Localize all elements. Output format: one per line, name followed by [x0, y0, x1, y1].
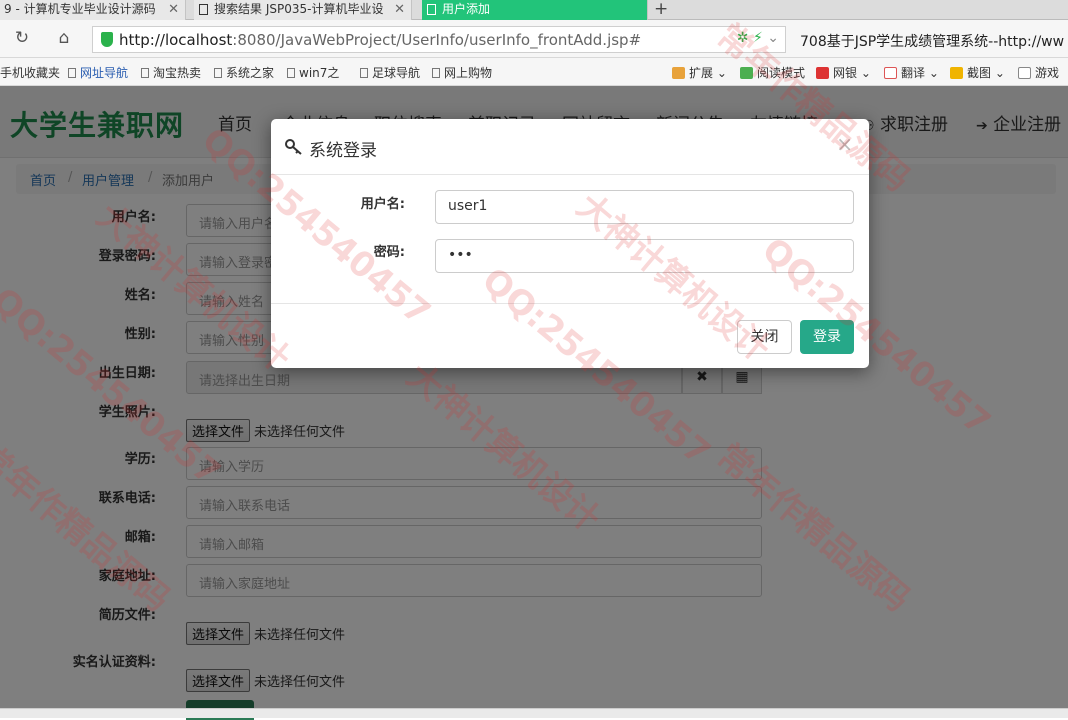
scissors-icon — [950, 67, 963, 79]
login-password-label: 密码: — [373, 245, 405, 260]
address-bar: ↻ ⌂ http://localhost:8080/JavaWebProject… — [0, 20, 1068, 58]
url-field[interactable]: http://localhost:8080/JavaWebProject/Use… — [92, 26, 786, 53]
bookmark-item[interactable]: 网上购物 — [432, 64, 492, 81]
bookmark-item[interactable]: win7之 — [287, 64, 339, 81]
bank-icon — [816, 67, 829, 79]
search-box-text[interactable]: 708基于JSP学生成绩管理系统--http://ww — [800, 31, 1064, 51]
page-icon — [427, 4, 436, 15]
login-password-input[interactable]: ••• — [435, 239, 854, 273]
bookmark-mobile[interactable]: 手机收藏夹 — [0, 64, 60, 81]
translate-icon — [884, 67, 897, 79]
modal-header: 系统登录 × — [271, 119, 869, 175]
url-action-icons[interactable]: ✲ ⚡ ⌄ — [737, 30, 779, 46]
page-icon — [199, 4, 208, 15]
url-text: http://localhost:8080/JavaWebProject/Use… — [119, 31, 642, 49]
gamepad-icon — [1018, 67, 1031, 79]
key-icon — [285, 139, 302, 155]
modal-title: 系统登录 — [309, 141, 377, 161]
bookmark-bar: 手机收藏夹 网址导航 淘宝热卖 系统之家 win7之 足球导航 网上购物 扩展 … — [0, 58, 1068, 86]
extensions-icon — [672, 67, 685, 79]
page-icon — [68, 68, 76, 78]
bookmark-item[interactable]: 网址导航 — [68, 64, 128, 81]
bank-button[interactable]: 网银 ⌄ — [816, 64, 871, 81]
translate-button[interactable]: 翻译 ⌄ — [884, 64, 939, 81]
new-tab-button[interactable]: + — [654, 0, 668, 19]
page-icon — [287, 68, 295, 78]
close-tab-icon[interactable]: ✕ — [168, 0, 179, 19]
browser-tab[interactable]: 搜索结果 JSP035-计算机毕业设 ✕ — [194, 0, 412, 20]
modal-close-icon[interactable]: × — [836, 132, 853, 156]
modal-footer: 关闭 登录 — [271, 303, 869, 368]
browser-tab-active[interactable]: 用户添加 — [422, 0, 648, 20]
page-icon — [360, 68, 368, 78]
bookmark-item[interactable]: 淘宝热卖 — [141, 64, 201, 81]
reading-mode-button[interactable]: 阅读模式 — [740, 64, 805, 81]
login-username-input[interactable]: user1 — [435, 190, 854, 224]
home-icon[interactable]: ⌂ — [54, 28, 74, 48]
login-username-label: 用户名: — [360, 197, 405, 212]
extensions-button[interactable]: 扩展 ⌄ — [672, 64, 727, 81]
login-modal: 系统登录 × 用户名: user1 密码: ••• 关闭 登录 — [271, 119, 869, 368]
browser-status-bar — [0, 708, 1068, 718]
bookmark-item[interactable]: 足球导航 — [360, 64, 420, 81]
book-icon — [740, 67, 753, 79]
page-icon — [214, 68, 222, 78]
page-icon — [141, 68, 149, 78]
page-icon — [432, 68, 440, 78]
login-button[interactable]: 登录 — [800, 320, 854, 354]
browser-tab[interactable]: 9 - 计算机专业毕业设计源码 ✕ — [0, 0, 186, 20]
close-tab-icon[interactable]: ✕ — [394, 0, 405, 19]
security-shield-icon — [101, 32, 113, 47]
screenshot-button[interactable]: 截图 ⌄ — [950, 64, 1005, 81]
tab-label: 搜索结果 JSP035-计算机毕业设 — [214, 2, 384, 16]
tab-label: 用户添加 — [442, 2, 491, 16]
close-button[interactable]: 关闭 — [737, 320, 792, 354]
browser-tab-bar: 9 - 计算机专业毕业设计源码 ✕ 搜索结果 JSP035-计算机毕业设 ✕ 用… — [0, 0, 1068, 20]
games-button[interactable]: 游戏 — [1018, 64, 1059, 81]
reload-icon[interactable]: ↻ — [12, 28, 32, 48]
tab-label: 9 - 计算机专业毕业设计源码 — [4, 2, 156, 16]
bookmark-item[interactable]: 系统之家 — [214, 64, 274, 81]
